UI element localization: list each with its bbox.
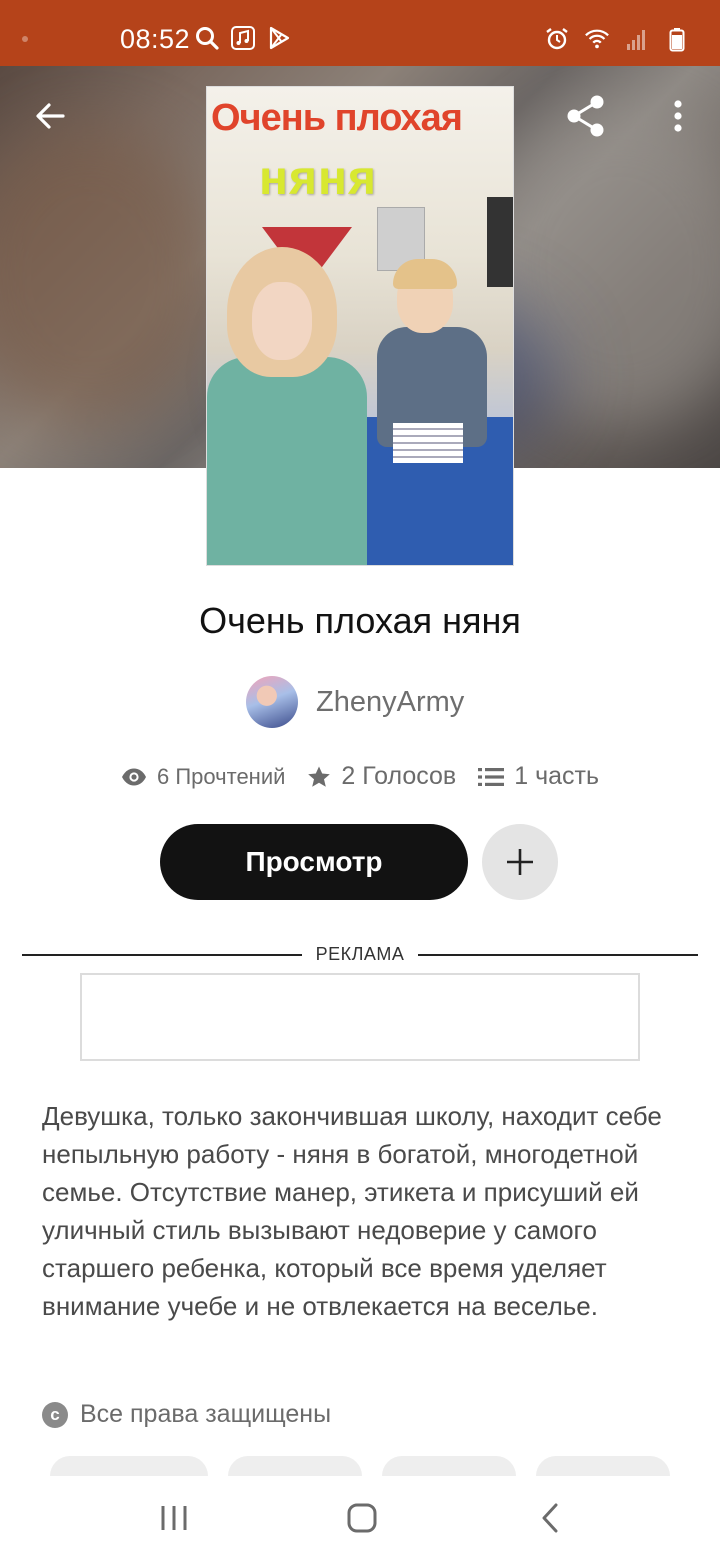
divider (22, 954, 302, 956)
stat-reads-label: 6 Прочтений (157, 763, 286, 789)
star-icon (308, 766, 331, 787)
copyright-text: Все права защищены (80, 1400, 332, 1428)
home-icon (347, 1503, 377, 1533)
status-bar: 08:52 (0, 0, 720, 66)
cover-art-poster (487, 197, 513, 287)
author-name: ZhenyArmy (316, 685, 465, 718)
stat-parts: 1 часть (478, 762, 599, 791)
read-button[interactable]: Просмотр (160, 824, 468, 900)
author-link[interactable]: ZhenyArmy (246, 676, 464, 728)
search-icon (194, 25, 220, 51)
battery-icon (664, 26, 690, 52)
eye-icon (122, 768, 146, 785)
cover-art-figure (393, 259, 457, 289)
back-button[interactable] (24, 90, 76, 142)
share-button[interactable] (558, 88, 614, 144)
stat-votes-label: 2 Голосов (341, 762, 457, 790)
stat-reads: 6 Прочтений (121, 764, 285, 790)
more-vertical-icon (674, 100, 682, 132)
signal-icon (624, 26, 650, 52)
nav-back-icon (542, 1503, 558, 1533)
status-time: 08:52 (120, 24, 191, 54)
notification-dot (22, 36, 28, 42)
copyright-icon: c (42, 1401, 68, 1428)
recent-apps-icon (161, 1506, 187, 1530)
ad-banner[interactable] (80, 973, 640, 1061)
status-notification-icons (194, 25, 292, 51)
alarm-icon (544, 26, 570, 52)
more-options-button[interactable] (658, 88, 698, 144)
plus-icon (507, 849, 533, 875)
story-description: Девушка, только закончившая школу, наход… (42, 1101, 662, 1321)
list-icon (478, 767, 505, 786)
book-cover[interactable]: Очень плохая няня (206, 86, 514, 566)
divider (418, 954, 698, 956)
nav-back-button[interactable] (520, 1490, 580, 1546)
copyright-notice: c Все права защищены (42, 1400, 331, 1429)
wifi-icon (584, 26, 610, 52)
stat-parts-label: 1 часть (514, 762, 599, 790)
arrow-left-icon (36, 103, 65, 129)
cover-art-magazines (393, 423, 463, 463)
add-to-library-button[interactable] (482, 824, 558, 900)
avatar (246, 676, 298, 728)
play-store-icon (266, 25, 292, 51)
story-stats: 6 Прочтений 2 Голосов 1 часть (0, 762, 720, 791)
stat-votes: 2 Голосов (307, 762, 456, 791)
ad-label: РЕКЛАМА (315, 944, 405, 964)
cover-art-figure (252, 282, 312, 360)
cover-art-figure (207, 357, 367, 565)
recent-apps-button[interactable] (144, 1490, 204, 1546)
cover-title-line1: Очень плохая (211, 97, 463, 139)
status-system-icons (544, 26, 690, 52)
home-button[interactable] (332, 1490, 392, 1546)
book-title: Очень плохая няня (199, 600, 521, 641)
cover-title-line2: няня (259, 152, 377, 205)
system-nav-bar (0, 1476, 720, 1560)
music-icon (230, 25, 256, 51)
share-icon (567, 95, 604, 137)
